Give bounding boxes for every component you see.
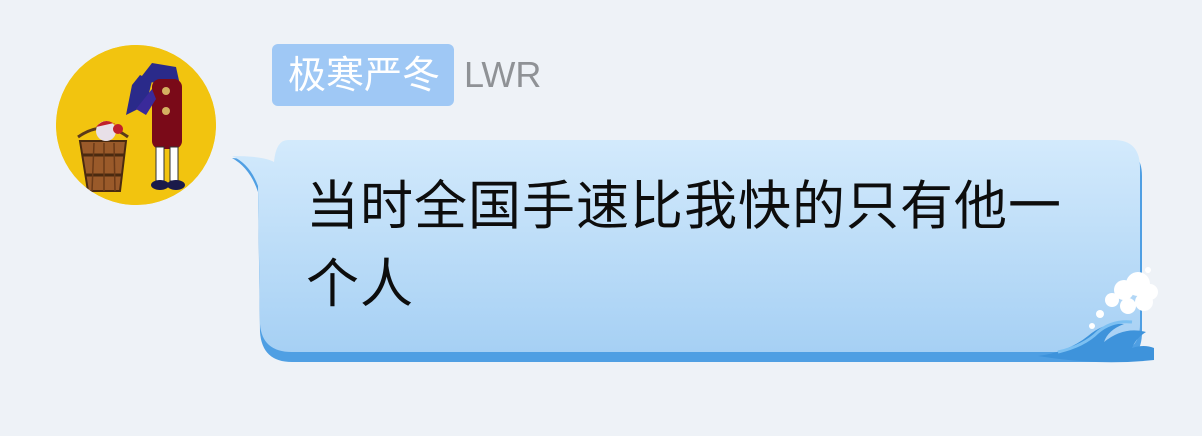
sender-name[interactable]: LWR [464, 54, 541, 96]
sender-avatar[interactable] [56, 45, 216, 205]
anime-character-with-bucket-avatar [56, 45, 216, 205]
sender-header: 极寒严冬 LWR [272, 44, 541, 106]
ocean-wave-icon [1038, 267, 1158, 363]
title-badge[interactable]: 极寒严冬 [272, 44, 455, 106]
message-text[interactable]: 当时全国手速比我快的只有他一个人 [306, 168, 1086, 324]
message-bubble[interactable]: 当时全国手速比我快的只有他一个人 [228, 136, 1158, 366]
